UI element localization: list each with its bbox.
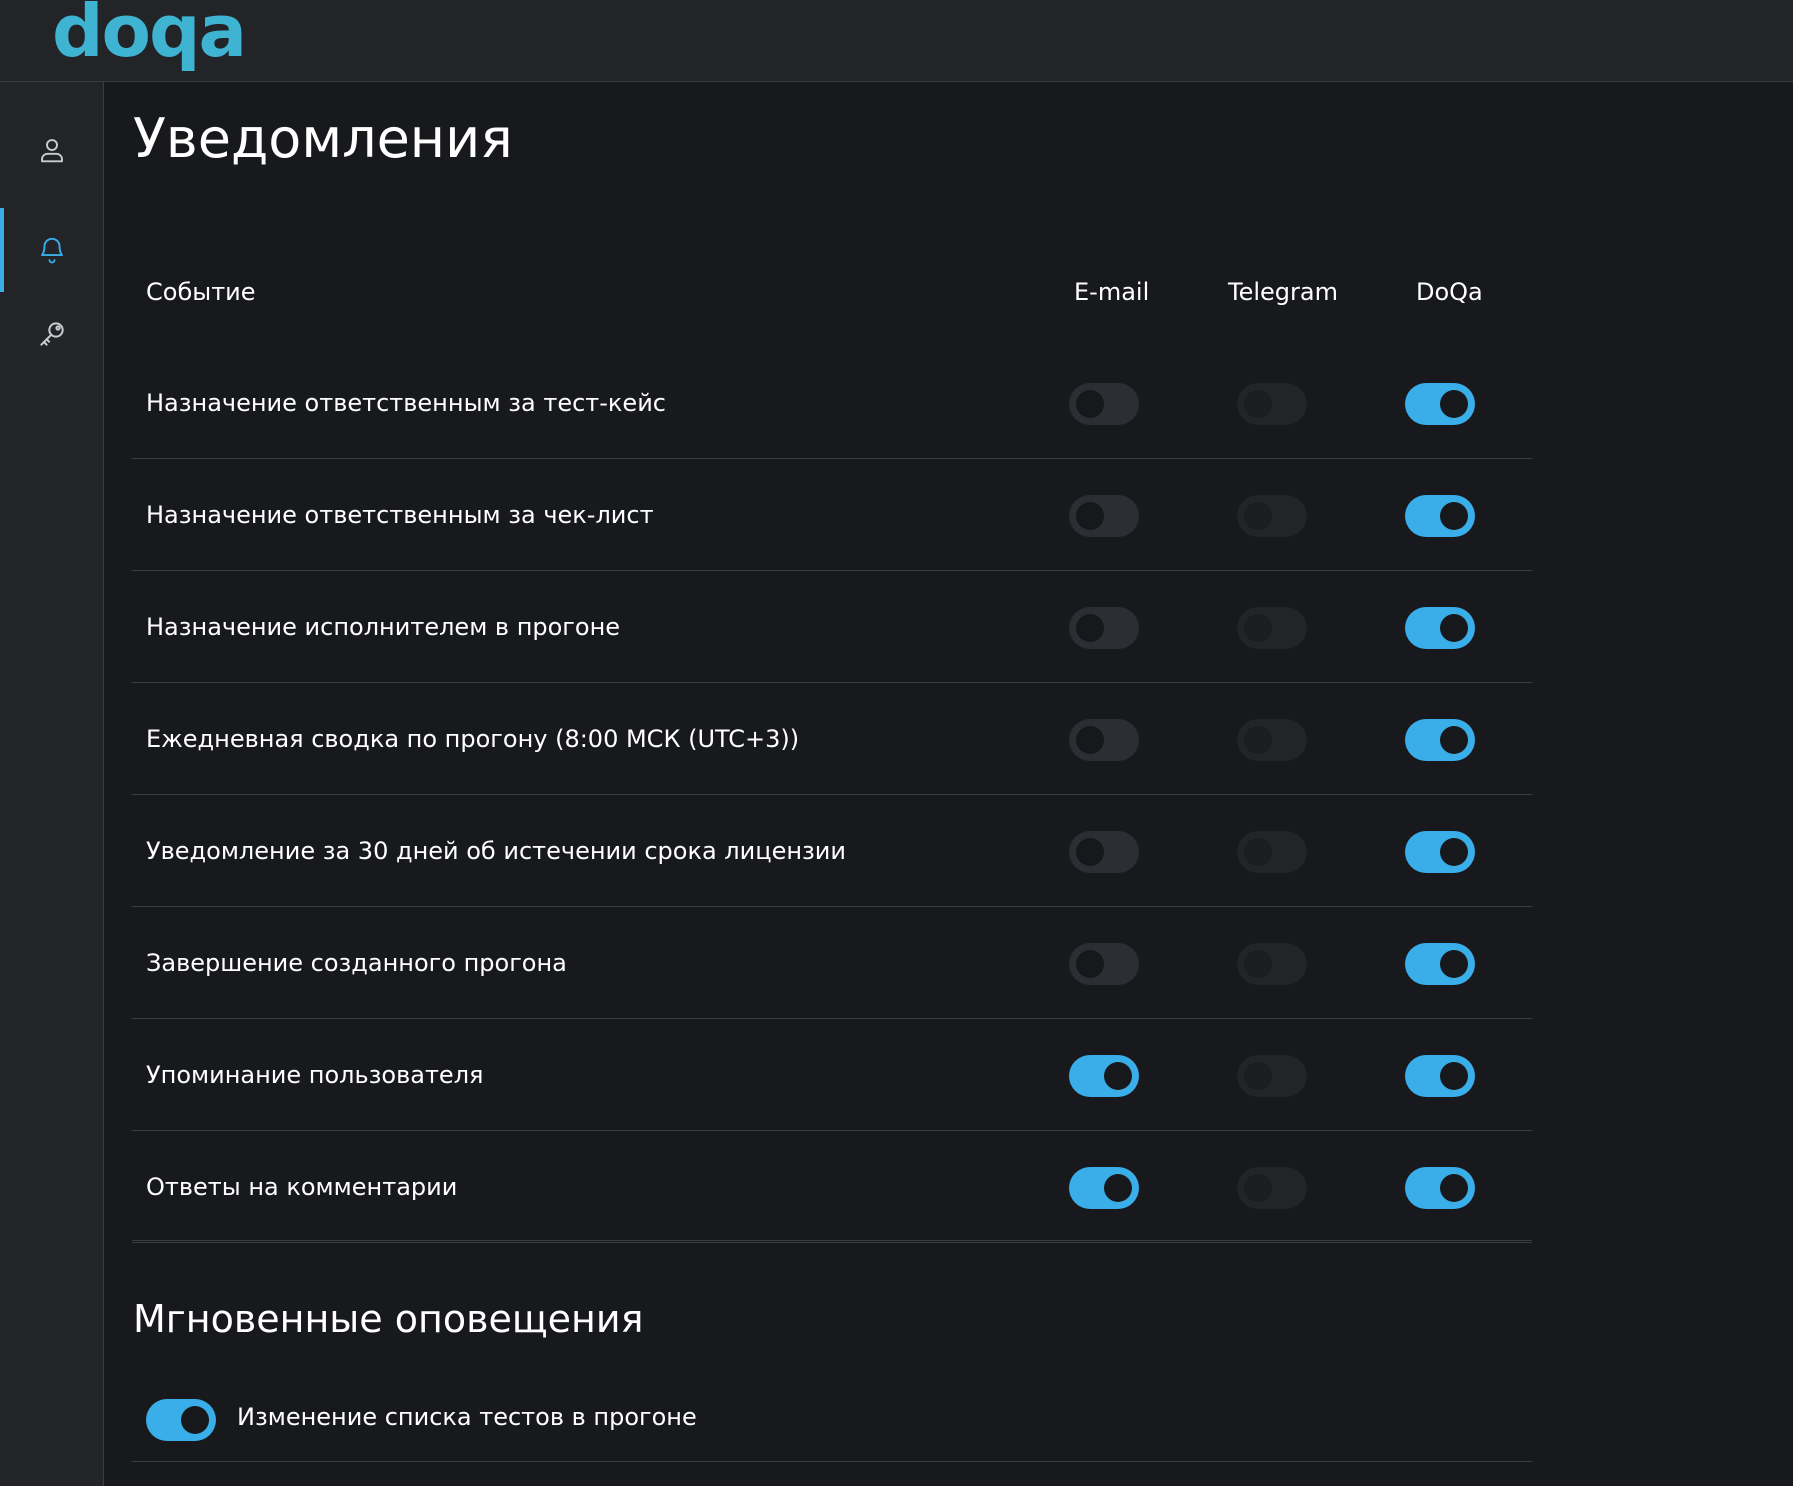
table-row: Уведомление за 30 дней об истечении срок… bbox=[132, 795, 1532, 907]
toggle-knob bbox=[181, 1406, 209, 1434]
doqa-toggle[interactable] bbox=[1405, 1055, 1475, 1097]
sidebar bbox=[0, 82, 104, 1486]
doqa-toggle[interactable] bbox=[1405, 383, 1475, 425]
table-row: Назначение ответственным за тест-кейс bbox=[132, 347, 1532, 459]
doqa-toggle[interactable] bbox=[1405, 719, 1475, 761]
table-row: Завершение созданного прогона bbox=[132, 907, 1532, 1019]
telegram-toggle bbox=[1237, 1055, 1307, 1097]
email-toggle[interactable] bbox=[1069, 831, 1139, 873]
telegram-toggle bbox=[1237, 831, 1307, 873]
event-label: Назначение ответственным за чек-лист bbox=[146, 501, 654, 529]
toggle-knob bbox=[1076, 726, 1104, 754]
top-header: doqa bbox=[0, 0, 1793, 82]
toggle-knob bbox=[1244, 726, 1272, 754]
toggle-knob bbox=[1244, 390, 1272, 418]
event-label: Ответы на комментарии bbox=[146, 1173, 458, 1201]
table-row: Ответы на комментарии bbox=[132, 1131, 1532, 1243]
table-body: Назначение ответственным за тест-кейс Наз… bbox=[132, 347, 1532, 1243]
telegram-toggle bbox=[1237, 495, 1307, 537]
email-toggle[interactable] bbox=[1069, 719, 1139, 761]
column-header-doqa: DoQa bbox=[1416, 278, 1483, 306]
toggle-knob bbox=[1076, 614, 1104, 642]
telegram-toggle bbox=[1237, 383, 1307, 425]
table-row: Назначение ответственным за чек-лист bbox=[132, 459, 1532, 571]
event-label: Упоминание пользователя bbox=[146, 1061, 484, 1089]
telegram-toggle bbox=[1237, 719, 1307, 761]
event-label: Уведомление за 30 дней об истечении срок… bbox=[146, 837, 846, 865]
doqa-toggle[interactable] bbox=[1405, 943, 1475, 985]
email-toggle[interactable] bbox=[1069, 383, 1139, 425]
notifications-table: Событие E-mail Telegram DoQa Назначение … bbox=[132, 242, 1532, 1243]
toggle-knob bbox=[1440, 726, 1468, 754]
toggle-knob bbox=[1440, 502, 1468, 530]
toggle-knob bbox=[1076, 390, 1104, 418]
event-label: Завершение созданного прогона bbox=[146, 949, 567, 977]
email-toggle[interactable] bbox=[1069, 1055, 1139, 1097]
main-content: Уведомления Событие E-mail Telegram DoQa… bbox=[104, 82, 1793, 1486]
toggle-knob bbox=[1244, 614, 1272, 642]
email-toggle[interactable] bbox=[1069, 943, 1139, 985]
toggle-knob bbox=[1076, 502, 1104, 530]
doqa-toggle[interactable] bbox=[1405, 831, 1475, 873]
toggle-knob bbox=[1104, 1174, 1132, 1202]
telegram-toggle bbox=[1237, 607, 1307, 649]
column-header-event: Событие bbox=[146, 278, 256, 306]
table-header: Событие E-mail Telegram DoQa bbox=[132, 242, 1532, 347]
toggle-knob bbox=[1244, 1174, 1272, 1202]
app-logo[interactable]: doqa bbox=[52, 0, 247, 76]
telegram-toggle bbox=[1237, 943, 1307, 985]
toggle-knob bbox=[1244, 502, 1272, 530]
toggle-knob bbox=[1244, 838, 1272, 866]
instant-alerts-title: Мгновенные оповещения bbox=[133, 1297, 644, 1341]
sidebar-item-access-keys[interactable] bbox=[0, 292, 103, 376]
doqa-toggle[interactable] bbox=[1405, 1167, 1475, 1209]
doqa-toggle[interactable] bbox=[1405, 607, 1475, 649]
table-row: Упоминание пользователя bbox=[132, 1019, 1532, 1131]
email-toggle[interactable] bbox=[1069, 495, 1139, 537]
toggle-knob bbox=[1104, 1062, 1132, 1090]
sidebar-item-profile[interactable] bbox=[0, 108, 103, 192]
event-label: Назначение ответственным за тест-кейс bbox=[146, 389, 666, 417]
instant-alert-label: Изменение списка тестов в прогоне bbox=[237, 1403, 697, 1431]
toggle-knob bbox=[1440, 390, 1468, 418]
event-label: Назначение исполнителем в прогоне bbox=[146, 613, 621, 641]
telegram-toggle bbox=[1237, 1167, 1307, 1209]
toggle-knob bbox=[1440, 1062, 1468, 1090]
toggle-knob bbox=[1076, 950, 1104, 978]
instant-alert-toggle[interactable] bbox=[146, 1399, 216, 1441]
event-label: Ежедневная сводка по прогону (8:00 МСК (… bbox=[146, 725, 800, 753]
email-toggle[interactable] bbox=[1069, 1167, 1139, 1209]
doqa-toggle[interactable] bbox=[1405, 495, 1475, 537]
instant-alert-row: Изменение списка тестов в прогоне bbox=[132, 1372, 1532, 1462]
toggle-knob bbox=[1244, 950, 1272, 978]
toggle-knob bbox=[1440, 1174, 1468, 1202]
key-icon bbox=[39, 322, 64, 346]
toggle-knob bbox=[1244, 1062, 1272, 1090]
table-row: Назначение исполнителем в прогоне bbox=[132, 571, 1532, 683]
toggle-knob bbox=[1076, 838, 1104, 866]
user-icon bbox=[40, 139, 63, 163]
column-header-email: E-mail bbox=[1074, 278, 1150, 306]
bell-icon bbox=[40, 237, 63, 264]
toggle-knob bbox=[1440, 614, 1468, 642]
table-row: Ежедневная сводка по прогону (8:00 МСК (… bbox=[132, 683, 1532, 795]
page-title: Уведомления bbox=[133, 107, 513, 170]
toggle-knob bbox=[1440, 950, 1468, 978]
email-toggle[interactable] bbox=[1069, 607, 1139, 649]
toggle-knob bbox=[1440, 838, 1468, 866]
section-divider bbox=[132, 1240, 1532, 1241]
column-header-telegram: Telegram bbox=[1228, 278, 1338, 306]
sidebar-item-notifications[interactable] bbox=[0, 208, 103, 292]
